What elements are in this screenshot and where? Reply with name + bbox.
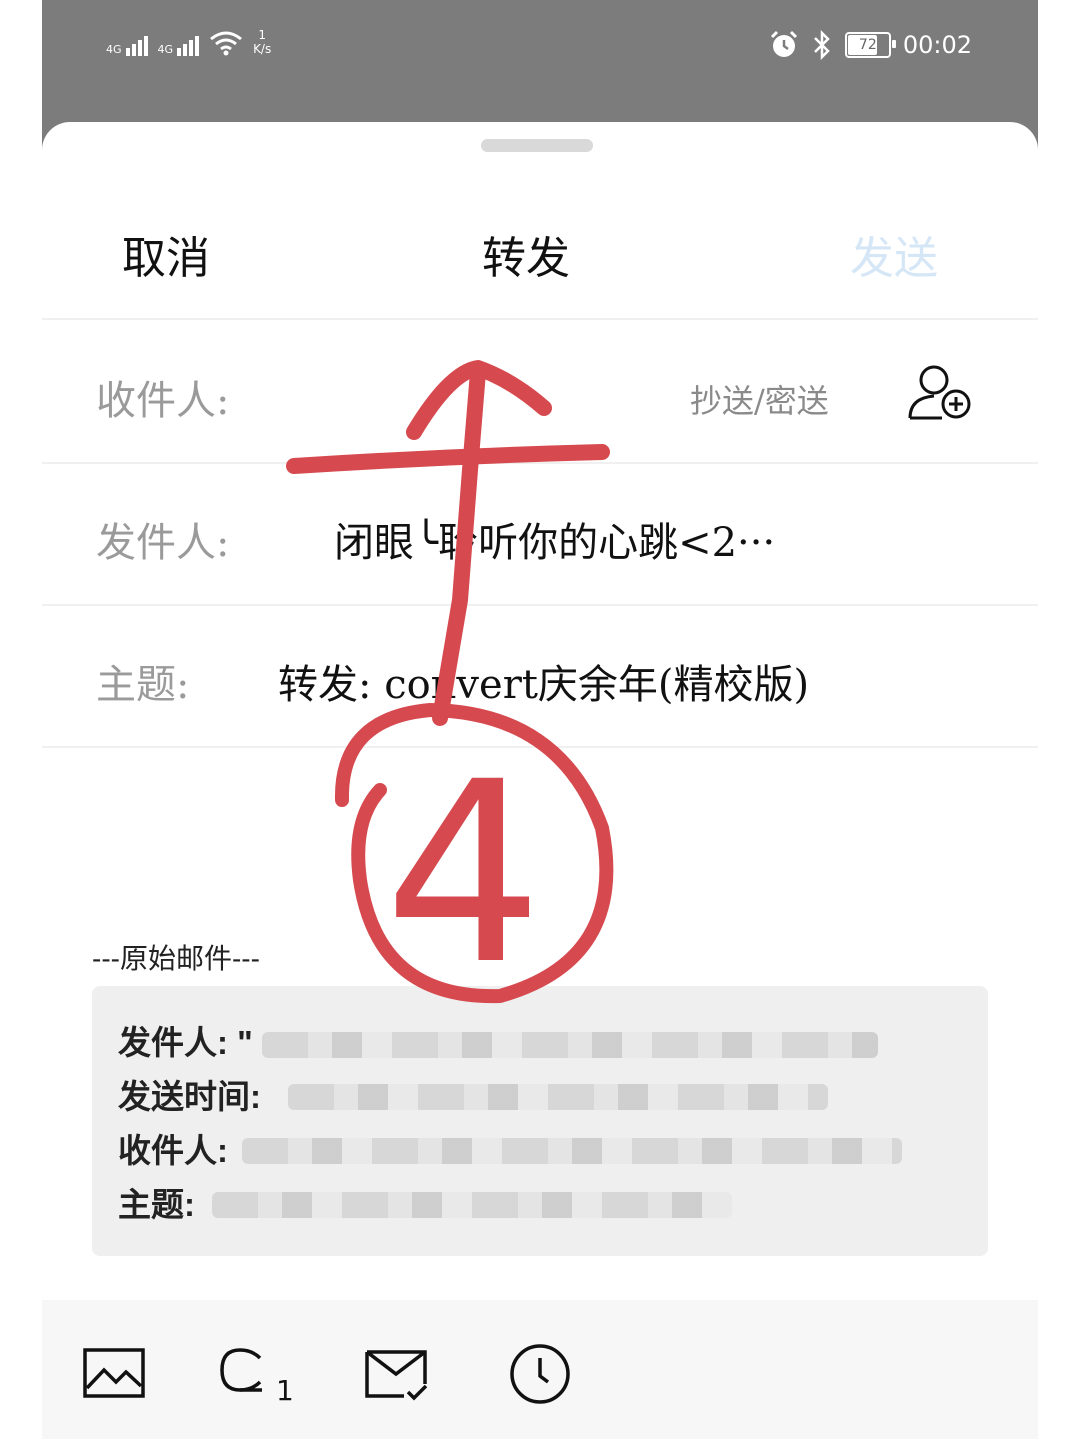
bluetooth-icon [813, 30, 830, 60]
from-value: 闭眼╰聆听你的心跳<2··· [334, 520, 776, 566]
status-left: 4G 4G 1 K/s [106, 28, 271, 56]
redacted-sent-time [288, 1084, 828, 1110]
to-field-row[interactable]: 收件人: 抄送/密送 [42, 318, 1038, 464]
clock-time: 00:02 [902, 31, 972, 59]
status-right: 72 00:02 [769, 30, 972, 60]
forward-sheet: 取消 转发 发送 收件人: 抄送/密送 发件人: 闭眼╰聆听你的心跳<2··· … [42, 122, 1038, 1439]
speed-unit: K/s [253, 42, 272, 56]
subject-label: 主题: [96, 662, 190, 708]
redacted-from [262, 1032, 878, 1058]
mail-check-icon[interactable] [364, 1342, 428, 1406]
original-mail-divider: ---原始邮件--- [92, 943, 260, 974]
quoted-sent-time-label: 发送时间: [118, 1078, 261, 1115]
clock-icon[interactable] [508, 1342, 572, 1406]
quoted-subject-label: 主题: [118, 1186, 195, 1223]
subject-field-row[interactable]: 主题: 转发: convert庆余年(精校版) [42, 604, 1038, 748]
battery-icon: 72 [844, 32, 896, 58]
quoted-original-mail: 发件人: " 发送时间: 收件人: 主题: [92, 986, 988, 1256]
alarm-icon [770, 30, 797, 57]
signal-type-label: 4G [157, 43, 174, 56]
cancel-button[interactable]: 取消 [122, 222, 210, 286]
attachment-icon[interactable]: 1 [218, 1342, 296, 1406]
speed-value: 1 [258, 28, 266, 42]
quoted-from-label: 发件人: " [118, 1024, 253, 1061]
attachment-count: 1 [276, 1374, 294, 1406]
add-contact-icon[interactable] [906, 360, 976, 424]
cell-signal-icon: 4G [158, 36, 200, 56]
drag-handle[interactable] [481, 139, 593, 152]
battery-level: 72 [858, 37, 877, 53]
wifi-icon [210, 31, 242, 56]
from-label: 发件人: [96, 520, 230, 566]
subject-value[interactable]: 转发: convert庆余年(精校版) [278, 652, 809, 710]
bottom-toolbar: 1 [42, 1300, 1038, 1439]
from-field-row[interactable]: 发件人: 闭眼╰聆听你的心跳<2··· [42, 462, 1038, 606]
send-button[interactable]: 发送 [850, 222, 938, 286]
redacted-to [242, 1138, 902, 1164]
signal-type-label: 4G [106, 43, 122, 56]
cell-signal-icon: 4G [106, 36, 148, 56]
redacted-subject [212, 1192, 732, 1218]
quoted-to-label: 收件人: [118, 1132, 228, 1169]
cc-bcc-button[interactable]: 抄送/密送 [690, 376, 829, 422]
page-title: 转发 [482, 233, 570, 284]
image-icon[interactable] [82, 1342, 146, 1406]
network-speed: 1 K/s [253, 28, 271, 56]
to-label: 收件人: [96, 378, 230, 424]
